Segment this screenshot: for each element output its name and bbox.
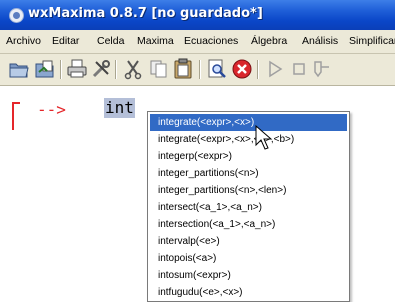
settings-icon[interactable] — [90, 58, 112, 80]
paste-icon[interactable] — [172, 58, 194, 80]
autocomplete-item[interactable]: intervalp(<e>) — [150, 233, 347, 250]
autocomplete-item[interactable]: integerp(<expr>) — [150, 148, 347, 165]
autocomplete-item[interactable]: integrate(<expr>,<x>,<a>,<b>) — [150, 131, 347, 148]
open-icon[interactable] — [8, 58, 30, 80]
toolbar-separator — [60, 60, 62, 79]
toolbar-separator — [257, 60, 259, 79]
mouse-cursor-icon — [255, 125, 273, 150]
step-icon[interactable] — [310, 58, 332, 80]
menu-simplificar[interactable]: Simplificar — [349, 35, 395, 47]
play-icon[interactable] — [264, 58, 286, 80]
autocomplete-item[interactable]: intfugudu(<e>,<x>) — [150, 284, 347, 301]
toolbar — [0, 54, 395, 86]
autocomplete-item[interactable]: integer_partitions(<n>) — [150, 165, 347, 182]
toolbar-separator — [199, 60, 201, 79]
cell-bracket[interactable] — [12, 102, 20, 130]
menu-bar: Archivo Editar Celda Maxima Ecuaciones Á… — [0, 30, 395, 54]
find-icon[interactable] — [206, 58, 228, 80]
cell-input[interactable]: int — [104, 98, 135, 118]
autocomplete-item[interactable]: integrate(<expr>,<x>) — [150, 114, 347, 131]
menu-archivo[interactable]: Archivo — [6, 35, 41, 47]
toolbar-separator — [115, 60, 117, 79]
autocomplete-item[interactable]: intersection(<a_1>,<a_n>) — [150, 216, 347, 233]
autocomplete-item[interactable]: intersect(<a_1>,<a_n>) — [150, 199, 347, 216]
menu-celda[interactable]: Celda — [97, 35, 124, 47]
autocomplete-item[interactable]: integer_partitions(<n>,<len>) — [150, 182, 347, 199]
print-icon[interactable] — [66, 58, 88, 80]
save-as-icon[interactable] — [34, 58, 56, 80]
copy-icon[interactable] — [148, 58, 170, 80]
autocomplete-popup: integrate(<expr>,<x>) integrate(<expr>,<… — [147, 111, 350, 302]
window-title: wxMaxima 0.8.7 [no guardado*] — [28, 6, 263, 21]
autocomplete-item[interactable]: intosum(<expr>) — [150, 267, 347, 284]
cut-icon[interactable] — [122, 58, 144, 80]
input-prompt: --> — [37, 100, 66, 119]
menu-algebra[interactable]: Álgebra — [251, 35, 287, 47]
menu-ecuaciones[interactable]: Ecuaciones — [184, 35, 238, 47]
autocomplete-item[interactable]: intopois(<a>) — [150, 250, 347, 267]
wxmaxima-app-icon[interactable] — [9, 8, 24, 23]
menu-editar[interactable]: Editar — [52, 35, 79, 47]
stop-icon[interactable] — [231, 58, 253, 80]
stop-square-icon[interactable] — [288, 58, 310, 80]
menu-maxima[interactable]: Maxima — [137, 35, 174, 47]
menu-analisis[interactable]: Análisis — [302, 35, 338, 47]
title-bar[interactable]: wxMaxima 0.8.7 [no guardado*] — [0, 0, 395, 31]
